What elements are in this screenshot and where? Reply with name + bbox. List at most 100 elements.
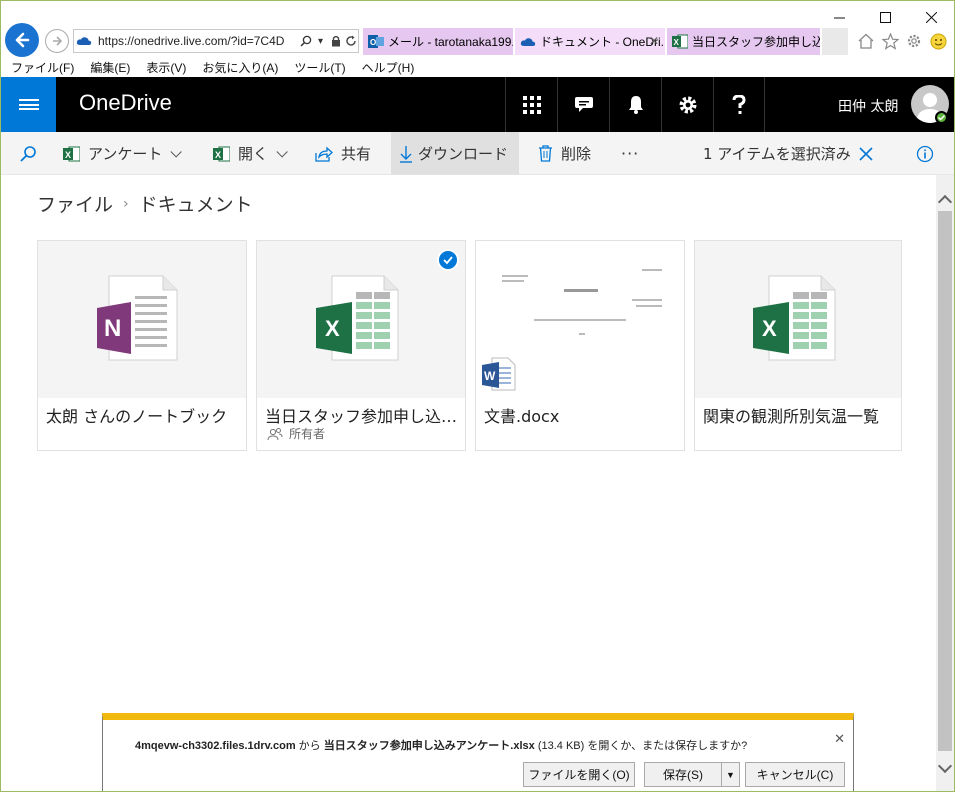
onedrive-cloud-icon	[74, 31, 94, 51]
chevron-down-icon	[170, 145, 183, 158]
download-label: ダウンロード	[418, 145, 509, 163]
settings-gear-icon[interactable]	[904, 31, 924, 51]
scroll-down-icon[interactable]	[937, 758, 953, 774]
notifications-button[interactable]	[609, 77, 661, 132]
excel-icon: X	[63, 146, 80, 162]
apps-grid-button[interactable]	[505, 77, 557, 132]
new-tab-button[interactable]	[822, 28, 848, 55]
excel-icon: X	[316, 275, 399, 361]
scroll-up-icon[interactable]	[937, 194, 953, 210]
trash-icon	[538, 145, 553, 162]
svg-text:X: X	[674, 38, 680, 47]
menu-help[interactable]: ヘルプ(H)	[362, 59, 415, 76]
more-button[interactable]: ···	[621, 132, 639, 175]
app-title[interactable]: OneDrive	[79, 90, 172, 116]
forward-button[interactable]	[45, 29, 69, 53]
file-tile-word-doc[interactable]: W 文書.docx	[475, 240, 685, 451]
download-button[interactable]: ダウンロード	[391, 132, 519, 175]
address-bar[interactable]: https://onedrive.live.com/?id=7C4D ▾	[73, 29, 359, 53]
file-thumbnail: N	[38, 241, 246, 398]
excel-icon: X	[671, 34, 689, 50]
presence-available-icon	[935, 111, 948, 124]
file-name: 関東の観測所別気温一覧	[703, 407, 880, 426]
file-name: 文書.docx	[484, 407, 560, 426]
hamburger-icon	[18, 97, 39, 113]
settings-button[interactable]	[661, 77, 713, 132]
tab-close-icon[interactable]: ✕	[649, 34, 659, 48]
tab-documents[interactable]: ドキュメント - OneDri... ✕	[515, 28, 665, 55]
arrow-left-icon	[15, 32, 30, 48]
open-button[interactable]: X 開く	[213, 132, 288, 175]
refresh-icon[interactable]	[343, 31, 358, 51]
menu-edit[interactable]: 編集(E)	[90, 59, 130, 76]
grid-icon	[522, 95, 541, 114]
chat-bubble-icon	[574, 96, 593, 112]
home-icon[interactable]	[856, 31, 876, 51]
delete-label: 削除	[561, 145, 592, 163]
info-pane-button[interactable]	[916, 132, 936, 175]
maximize-button[interactable]	[862, 3, 908, 31]
tab-excel[interactable]: X 当日スタッフ参加申し込...	[667, 28, 820, 55]
save-options-dropdown[interactable]: ▼	[721, 762, 740, 787]
smiley-feedback-icon[interactable]	[928, 31, 948, 51]
save-button[interactable]: 保存(S)	[644, 762, 721, 787]
dropdown-arrow-icon: ▼	[726, 769, 735, 780]
menu-favorites[interactable]: お気に入り(A)	[202, 59, 278, 76]
vertical-scrollbar[interactable]	[936, 175, 954, 791]
breadcrumb-root[interactable]: ファイル	[37, 190, 113, 217]
search-button[interactable]	[19, 132, 43, 175]
download-question: を開くか、または保存しますか?	[587, 740, 748, 752]
svg-text:X: X	[65, 150, 71, 160]
selection-status: 1 アイテムを選択済み	[703, 132, 851, 175]
cancel-button[interactable]: キャンセル(C)	[745, 762, 845, 787]
file-tile-kanto-temperature[interactable]: X 関東の観測所別気温一覧	[694, 240, 902, 451]
share-label: 共有	[341, 145, 372, 163]
clear-selection-button[interactable]	[859, 132, 879, 175]
url-text[interactable]: https://onedrive.live.com/?id=7C4D	[94, 34, 298, 48]
lock-icon[interactable]	[328, 31, 343, 51]
delete-button[interactable]: 削除	[538, 132, 591, 175]
share-button[interactable]: 共有	[315, 132, 371, 175]
file-thumbnail: X	[257, 241, 465, 398]
download-from: から	[295, 740, 324, 752]
file-name: 当日スタッフ参加申し込みアンケート	[265, 407, 461, 426]
question-icon	[732, 94, 746, 114]
scrollbar-thumb[interactable]	[938, 211, 952, 751]
close-icon	[925, 11, 937, 23]
dropdown-icon[interactable]: ▾	[313, 31, 328, 51]
word-icon: W	[482, 357, 516, 391]
svg-text:N: N	[104, 315, 121, 342]
menu-file[interactable]: ファイル(F)	[11, 59, 74, 76]
close-icon	[859, 146, 873, 161]
file-thumbnail: W	[476, 241, 684, 398]
app-launcher-button[interactable]	[1, 77, 56, 132]
help-button[interactable]	[713, 77, 765, 132]
download-arrow-icon	[400, 145, 412, 163]
survey-button[interactable]: X アンケート	[63, 132, 183, 175]
selected-check-icon[interactable]	[437, 249, 459, 271]
tab-mail[interactable]: O メール - tarotanaka199...	[363, 28, 513, 55]
file-tile-onenote[interactable]: N 太朗 さんのノートブック	[37, 240, 247, 451]
menu-view[interactable]: 表示(V)	[146, 59, 186, 76]
file-tile-staff-survey[interactable]: X 当日スタッフ参加申し込みアンケート 所有者	[256, 240, 466, 451]
back-button[interactable]	[5, 23, 39, 57]
download-message: 4mqevw-ch3302.files.1drv.com から 当日スタッフ参加…	[135, 737, 747, 753]
download-notification: 4mqevw-ch3302.files.1drv.com から 当日スタッフ参加…	[102, 713, 854, 791]
more-label: ···	[621, 144, 640, 163]
feedback-button[interactable]	[557, 77, 609, 132]
breadcrumb-current: ドキュメント	[138, 194, 253, 216]
svg-text:X: X	[325, 316, 340, 341]
menu-tools[interactable]: ツール(T)	[294, 59, 345, 76]
search-icon[interactable]	[298, 31, 313, 51]
menu-bar: ファイル(F) 編集(E) 表示(V) お気に入り(A) ツール(T) ヘルプ(…	[1, 57, 954, 77]
open-file-button[interactable]: ファイルを開く(O)	[523, 762, 635, 787]
tab-mail-label: メール - tarotanaka199...	[388, 35, 513, 49]
close-window-button[interactable]	[908, 3, 954, 31]
download-size: (13.4 KB)	[534, 740, 588, 752]
minimize-button[interactable]	[816, 3, 862, 31]
user-name[interactable]: 田仲 太朗	[838, 96, 898, 116]
favorites-star-icon[interactable]	[880, 31, 900, 51]
download-host: 4mqevw-ch3302.files.1drv.com	[135, 740, 296, 752]
selection-label: 1 アイテムを選択済み	[703, 145, 851, 163]
close-icon[interactable]: ✕	[834, 732, 845, 747]
